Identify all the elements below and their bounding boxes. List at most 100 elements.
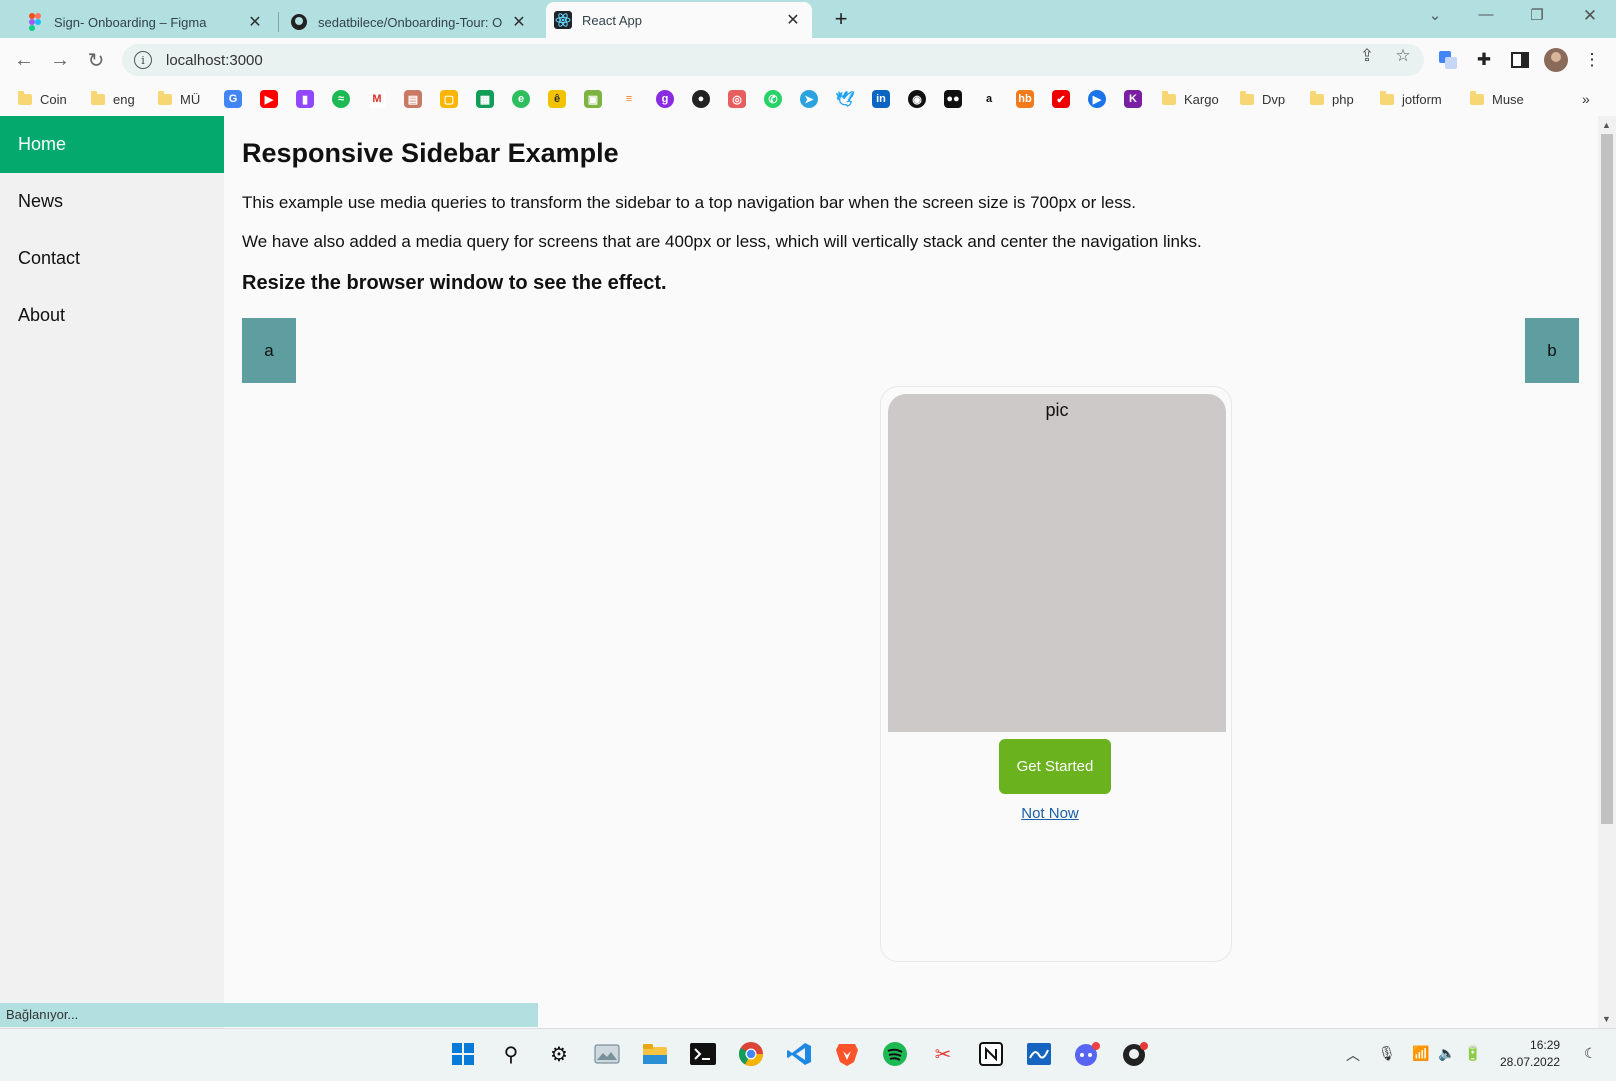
classroom-icon[interactable]: ▣	[584, 90, 602, 108]
vscode-icon[interactable]	[784, 1039, 814, 1069]
tab-react-app[interactable]: React App ✕	[546, 2, 812, 38]
telegram-icon[interactable]: ➤	[800, 90, 818, 108]
bookmark-k-icon[interactable]: K	[1124, 90, 1142, 108]
sidebar-item-contact[interactable]: Contact	[0, 230, 224, 287]
github-desktop-icon[interactable]	[1120, 1039, 1150, 1069]
bookmarks-overflow-button[interactable]: »	[1582, 88, 1590, 110]
extensions-icon[interactable]: ✚	[1472, 48, 1496, 72]
box-b[interactable]: b	[1525, 318, 1579, 383]
tab-label: Sign- Onboarding – Figma	[54, 14, 207, 30]
spotify-app-icon[interactable]	[880, 1039, 910, 1069]
file-explorer-icon[interactable]	[640, 1039, 670, 1069]
bookmark-folder-eng[interactable]: eng	[91, 88, 135, 110]
menu-icon[interactable]: ⋮	[1580, 48, 1604, 72]
twitch-icon[interactable]: ▮	[296, 90, 314, 108]
scroll-down-icon[interactable]: ▼	[1602, 1014, 1611, 1024]
sheets-icon[interactable]: ▦	[476, 90, 494, 108]
github-bookmark-icon[interactable]: ●	[692, 90, 710, 108]
system-clock[interactable]: 16:29 28.07.2022	[1500, 1037, 1560, 1071]
notifications-icon[interactable]: ☾	[1584, 1045, 1597, 1062]
close-icon[interactable]: ✕	[510, 12, 528, 32]
tray-overflow-icon[interactable]: ︿	[1346, 1045, 1360, 1065]
spotify-icon[interactable]: ≈	[332, 90, 350, 108]
close-icon[interactable]: ✕	[246, 12, 264, 32]
tab-github[interactable]: sedatbilece/Onboarding-Tour: O ✕	[282, 6, 538, 38]
brave-icon[interactable]	[832, 1039, 862, 1069]
bookmark-folder-coin[interactable]: Coin	[18, 88, 67, 110]
bookmark-folder-dvp[interactable]: Dvp	[1240, 88, 1285, 110]
get-started-button[interactable]: Get Started	[999, 739, 1111, 794]
whatsapp-icon[interactable]: ✆	[764, 90, 782, 108]
resize-heading: Resize the browser window to see the eff…	[242, 272, 667, 294]
sidebar-item-home[interactable]: Home	[0, 116, 224, 173]
stackoverflow-icon[interactable]: ≡	[620, 90, 638, 108]
battery-icon[interactable]: 🔋	[1464, 1045, 1481, 1062]
linkedin-icon[interactable]: in	[872, 90, 890, 108]
profile-avatar[interactable]	[1544, 48, 1568, 72]
evernote-icon[interactable]: e	[512, 90, 530, 108]
wifi-icon[interactable]: 📶	[1412, 1045, 1429, 1062]
reload-icon[interactable]: ↻	[82, 46, 110, 74]
tab-search-icon[interactable]: ⌄	[1420, 6, 1450, 24]
bookmark-folder-jotform[interactable]: jotform	[1380, 88, 1442, 110]
folder-icon	[18, 90, 32, 105]
page-scrollbar[interactable]: ▲ ▼	[1598, 116, 1616, 1028]
bookmark-circle-icon[interactable]: ◉	[908, 90, 926, 108]
chrome-icon[interactable]	[736, 1039, 766, 1069]
volume-icon[interactable]: 🔈	[1438, 1045, 1455, 1062]
restore-icon[interactable]: ❐	[1522, 6, 1552, 24]
notion-icon[interactable]	[976, 1039, 1006, 1069]
main-content: Responsive Sidebar Example This example …	[242, 116, 1598, 962]
folder-icon	[1380, 90, 1394, 105]
bookmark-star-icon[interactable]: ☆	[1390, 46, 1416, 66]
snipping-tool-icon[interactable]: ✂	[928, 1039, 958, 1069]
bookmark-folder-muse[interactable]: Muse	[1470, 88, 1524, 110]
discord-icon[interactable]	[1072, 1039, 1102, 1069]
settings-gear-icon[interactable]: ⚙	[544, 1039, 574, 1069]
amazon-icon[interactable]: a	[980, 90, 998, 108]
window-close-icon[interactable]: ✕	[1575, 6, 1605, 26]
bookmark-folder-mu[interactable]: MÜ	[158, 88, 200, 110]
twitter-icon[interactable]: 🕊	[835, 90, 855, 108]
keep-icon[interactable]: ▢	[440, 90, 458, 108]
bookmark-folder-kargo[interactable]: Kargo	[1162, 88, 1219, 110]
bookmark-g-icon[interactable]: g	[656, 90, 674, 108]
site-info-icon[interactable]: i	[134, 51, 152, 69]
whiteboard-icon[interactable]	[1024, 1039, 1054, 1069]
bookmark-app-icon[interactable]: ▤	[404, 90, 422, 108]
scroll-up-icon[interactable]: ▲	[1602, 120, 1611, 130]
microphone-icon[interactable]: 🎙	[1378, 1045, 1396, 1062]
gmail-icon[interactable]: M	[368, 90, 386, 108]
share-icon[interactable]: ⇪	[1354, 46, 1380, 66]
hepsiburada-icon[interactable]: hb	[1016, 90, 1034, 108]
back-icon[interactable]: ←	[10, 46, 38, 74]
address-bar[interactable]: i localhost:3000	[122, 44, 1424, 76]
bookmark-e-icon[interactable]: ê	[548, 90, 566, 108]
tab-figma[interactable]: Sign- Onboarding – Figma ✕	[18, 6, 274, 38]
medium-icon[interactable]: ●●	[944, 90, 962, 108]
pic-placeholder: pic	[888, 394, 1226, 732]
close-icon[interactable]: ✕	[784, 10, 802, 30]
browser-toolbar: ← → ↻ i localhost:3000 ⇪ ☆ ✚ ⋮	[0, 38, 1616, 82]
bookmark-folder-php[interactable]: php	[1310, 88, 1354, 110]
box-a[interactable]: a	[242, 318, 296, 383]
pocket-icon[interactable]: ✔	[1052, 90, 1070, 108]
minimize-icon[interactable]: —	[1471, 6, 1501, 23]
photos-icon[interactable]	[592, 1039, 622, 1069]
sidebar: Home News Contact About	[0, 116, 224, 1028]
search-icon[interactable]: ⚲	[496, 1039, 526, 1069]
new-tab-button[interactable]: +	[828, 6, 854, 32]
sidebar-item-news[interactable]: News	[0, 173, 224, 230]
not-now-link[interactable]: Not Now	[881, 805, 1231, 822]
forward-icon[interactable]: →	[46, 46, 74, 74]
sidebar-item-about[interactable]: About	[0, 287, 224, 344]
play-icon[interactable]: ▶	[1088, 90, 1106, 108]
youtube-icon[interactable]: ▶	[260, 90, 278, 108]
translate-bookmark-icon[interactable]: G	[224, 90, 242, 108]
side-panel-icon[interactable]	[1508, 48, 1532, 72]
bookmark-red-icon[interactable]: ◎	[728, 90, 746, 108]
windows-start-icon[interactable]	[448, 1039, 478, 1069]
translate-icon[interactable]	[1436, 48, 1460, 72]
terminal-icon[interactable]	[688, 1039, 718, 1069]
scrollbar-thumb[interactable]	[1601, 134, 1613, 824]
